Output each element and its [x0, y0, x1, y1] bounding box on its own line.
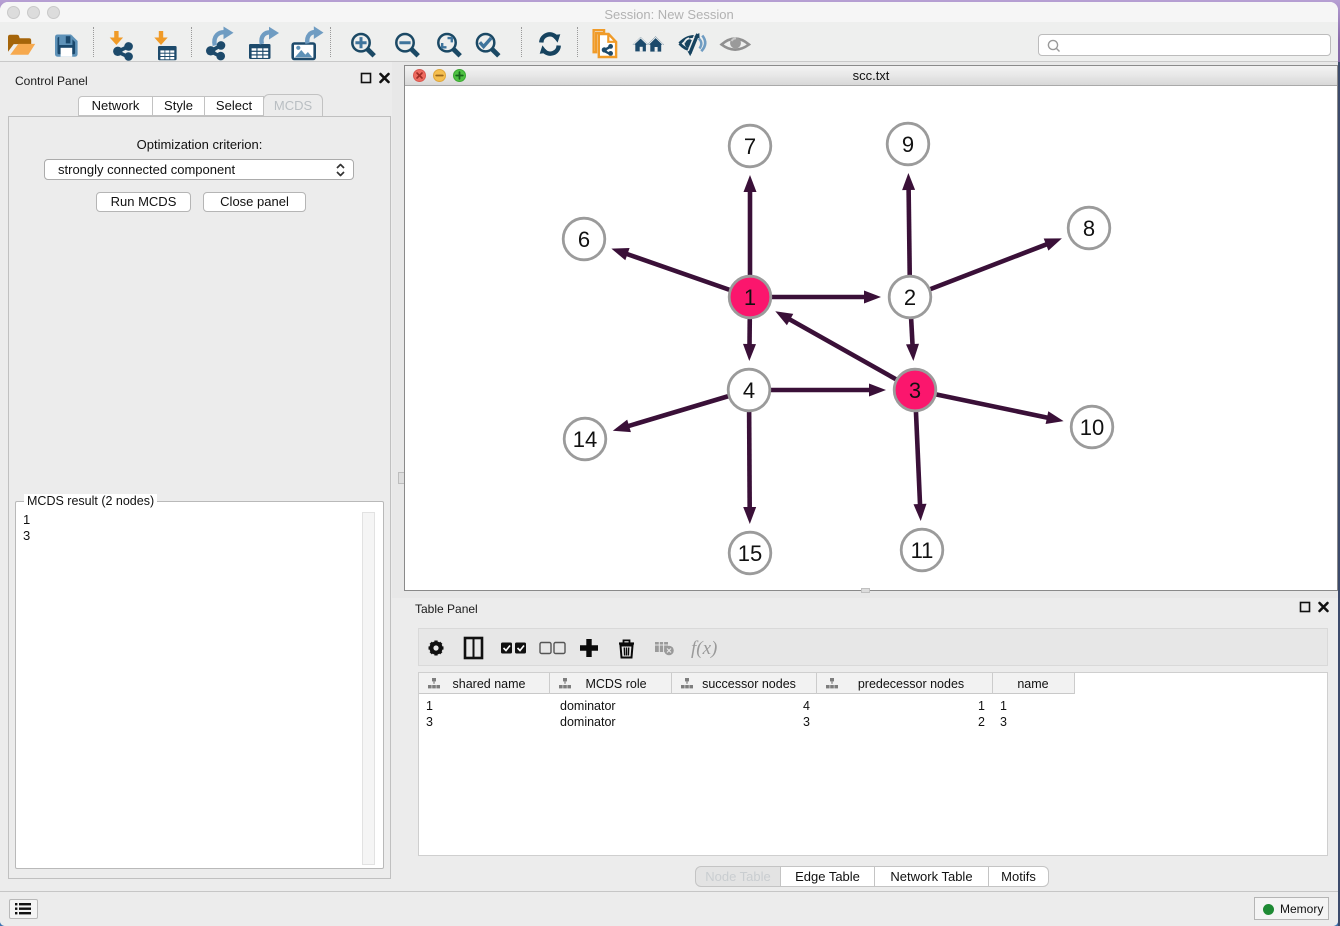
svg-text:name: name [1017, 677, 1048, 691]
svg-text:MCDS role: MCDS role [585, 677, 646, 691]
svg-text:6: 6 [578, 227, 590, 252]
svg-text:14: 14 [573, 427, 597, 452]
svg-text:3: 3 [803, 715, 810, 729]
svg-text:3: 3 [1000, 715, 1007, 729]
svg-text:15: 15 [738, 541, 762, 566]
svg-text:2: 2 [904, 285, 916, 310]
svg-text:1: 1 [1000, 699, 1007, 713]
svg-text:4: 4 [743, 378, 755, 403]
svg-text:dominator: dominator [560, 715, 616, 729]
svg-text:1: 1 [744, 285, 756, 310]
svg-text:shared name: shared name [453, 677, 526, 691]
svg-text:f(x): f(x) [691, 638, 717, 659]
svg-text:8: 8 [1083, 216, 1095, 241]
svg-text:3: 3 [909, 378, 921, 403]
svg-text:9: 9 [902, 132, 914, 157]
svg-text:7: 7 [744, 134, 756, 159]
svg-text:3: 3 [426, 715, 433, 729]
svg-text:1: 1 [978, 699, 985, 713]
svg-text:predecessor nodes: predecessor nodes [858, 677, 964, 691]
svg-text:4: 4 [803, 699, 810, 713]
svg-text:10: 10 [1080, 415, 1104, 440]
svg-text:dominator: dominator [560, 699, 616, 713]
svg-text:2: 2 [978, 715, 985, 729]
svg-text:1: 1 [426, 699, 433, 713]
svg-text:11: 11 [911, 538, 934, 563]
svg-text:successor nodes: successor nodes [702, 677, 796, 691]
